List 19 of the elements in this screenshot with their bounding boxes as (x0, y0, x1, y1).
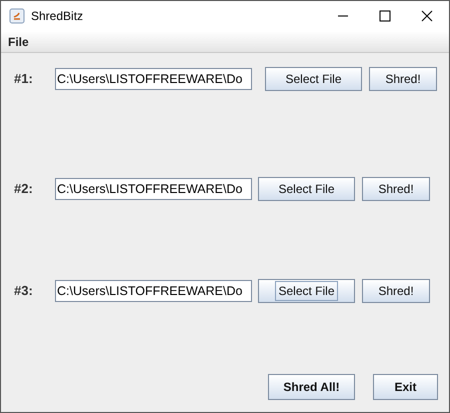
row-label: #2: (14, 180, 34, 198)
menu-item[interactable]: File (8, 32, 29, 50)
close-icon[interactable] (421, 10, 433, 22)
window-title: ShredBitz (31, 8, 84, 25)
file-path-field[interactable]: C:\Users\LISTOFFREEWARE\Do (55, 68, 252, 90)
shred-button[interactable]: Shred! (362, 177, 430, 201)
file-path-field[interactable]: C:\Users\LISTOFFREEWARE\Do (55, 280, 252, 302)
select-file-button[interactable]: Select File (258, 177, 355, 201)
select-file-button[interactable]: Select File (265, 67, 362, 91)
file-path-field[interactable]: C:\Users\LISTOFFREEWARE\Do (55, 178, 252, 200)
select-file-button[interactable]: Select File (258, 279, 355, 303)
shred-all-button[interactable]: Shred All! (268, 374, 355, 400)
shred-button[interactable]: Shred! (362, 279, 430, 303)
app-icon (9, 8, 25, 24)
exit-button[interactable]: Exit (373, 374, 438, 400)
shred-button[interactable]: Shred! (369, 67, 437, 91)
row-label: #1: (14, 70, 34, 88)
row-label: #3: (14, 282, 34, 300)
maximize-icon[interactable] (379, 10, 391, 22)
